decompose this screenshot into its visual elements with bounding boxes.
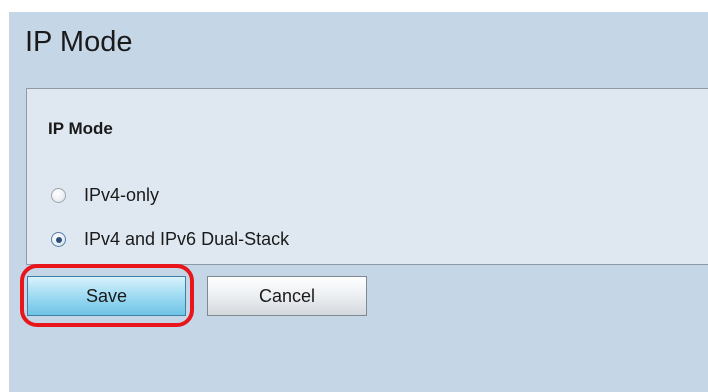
ip-mode-panel: IP Mode IPv4-only IPv4 and IPv6 Dual-Sta…	[26, 88, 708, 265]
ip-mode-page: IP Mode IP Mode IPv4-only IPv4 and IPv6 …	[9, 12, 708, 392]
save-button[interactable]: Save	[27, 276, 186, 316]
panel-title: IP Mode	[48, 119, 113, 138]
radio-label-ipv4-only: IPv4-only	[84, 185, 160, 205]
radio-button-ipv4-only[interactable]	[51, 188, 66, 203]
page-title: IP Mode	[25, 26, 133, 58]
cancel-button[interactable]: Cancel	[207, 276, 367, 316]
radio-button-dual-stack[interactable]	[51, 232, 66, 247]
radio-option-ipv4-only[interactable]: IPv4-only	[51, 185, 159, 206]
radio-label-dual-stack: IPv4 and IPv6 Dual-Stack	[84, 229, 290, 249]
radio-option-dual-stack[interactable]: IPv4 and IPv6 Dual-Stack	[51, 229, 289, 250]
